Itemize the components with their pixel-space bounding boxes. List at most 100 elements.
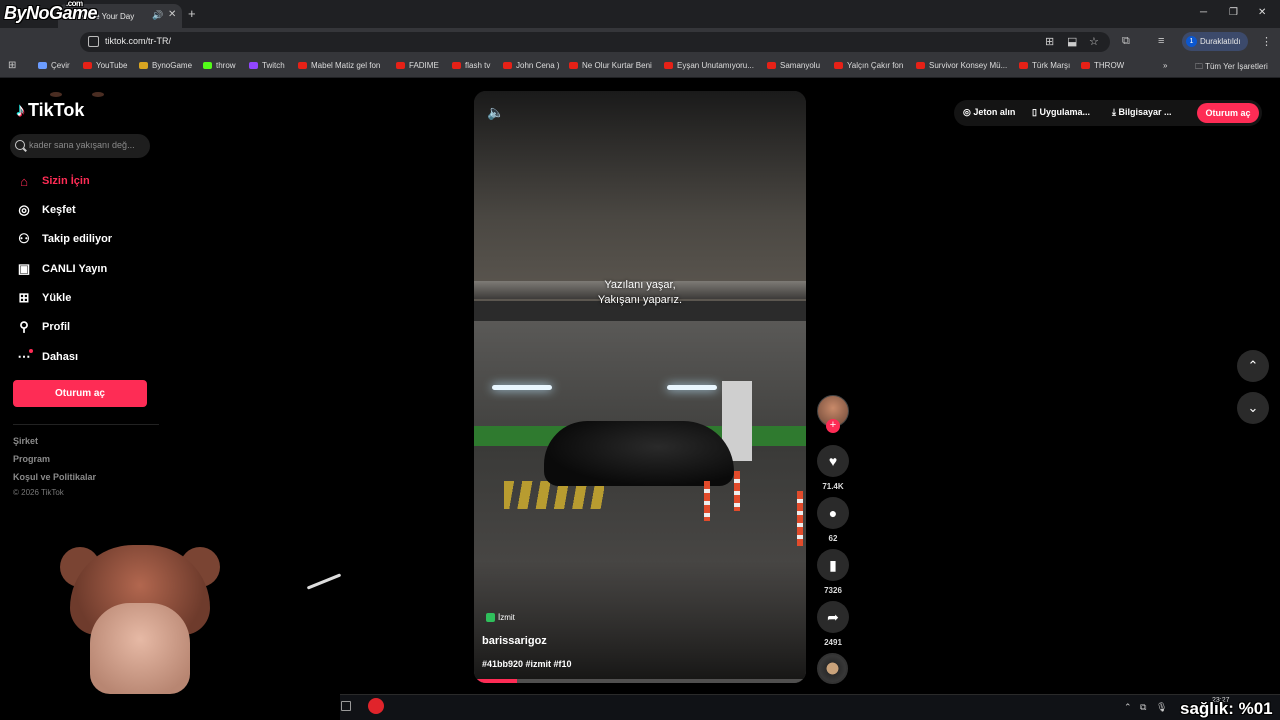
bookmark-item[interactable]: BynoGame [139, 61, 192, 70]
minimize-icon[interactable]: ─ [1200, 7, 1207, 18]
chevron-down-icon: ⌄ [1247, 400, 1259, 415]
install-app-icon[interactable]: ⬓ [1067, 35, 1077, 48]
search-icon[interactable] [15, 140, 25, 150]
youtube-icon [664, 62, 673, 69]
location-tag[interactable]: İzmit [486, 613, 515, 622]
like-count: 71.4K [822, 482, 844, 491]
location-pin-icon [486, 613, 495, 622]
sidebar-item-more[interactable]: ⋯ Dahası [16, 349, 79, 365]
site-info-icon[interactable] [88, 36, 99, 47]
next-video-button[interactable]: ⌄ [1237, 392, 1269, 424]
save-count: 7326 [824, 586, 842, 595]
bookmark-item[interactable]: John Cena ) [503, 61, 560, 70]
follow-plus-icon[interactable]: + [826, 419, 840, 433]
search-input[interactable]: kader sana yakışanı değ... [29, 140, 147, 150]
tray-app-icon[interactable]: ⧉ [1140, 702, 1146, 713]
webcam-eye [92, 92, 104, 97]
youtube-icon [298, 62, 307, 69]
microphone-icon[interactable]: 🎙 [1156, 702, 1167, 713]
bookmark-item[interactable]: Çevir [38, 61, 70, 70]
video-author[interactable]: barissarigoz [482, 635, 547, 647]
like-button[interactable]: ♥ [817, 445, 849, 477]
new-tab-button[interactable]: + [188, 6, 196, 21]
sidebar-login-button[interactable]: Oturum aç [13, 380, 147, 407]
previous-video-button[interactable]: ⌃ [1237, 350, 1269, 382]
restore-icon[interactable]: ❐ [1229, 7, 1238, 18]
speaker-icon[interactable]: 🔊 [152, 10, 163, 21]
video-hashtags[interactable]: #41bb920 #izmit #f10 [482, 659, 572, 669]
video-caption: Yazılanı yaşar, Yakışanı yaparız. [597, 279, 683, 306]
profile-avatar: 1 [1186, 36, 1197, 47]
footer-link-program[interactable]: Program [13, 454, 50, 464]
desktop-app-button[interactable]: ⤓ Bilgisayar ... [1112, 107, 1172, 118]
close-icon[interactable]: ✕ [168, 9, 176, 20]
sidebar-item-following[interactable]: ⚇ Takip ediliyor [16, 231, 112, 247]
sidebar-item-profile[interactable]: ⚲ Profil [16, 319, 70, 335]
webcam-face [90, 603, 190, 694]
speaker-icon[interactable]: 🔈 [487, 104, 504, 121]
tiktok-logo[interactable]: ♪ TikTok [16, 100, 84, 121]
bookmark-item[interactable]: Yalçın Çakır fon [834, 61, 903, 70]
bookmark-item[interactable]: Mabel Matiz gel fon [298, 61, 380, 70]
video-ceiling-light [667, 385, 717, 390]
extensions-icon[interactable]: ⧉ [1122, 35, 1130, 48]
youtube-icon [396, 62, 405, 69]
video-ceiling-light [492, 385, 552, 390]
bookmark-item[interactable]: Türk Marşı [1019, 61, 1070, 70]
tab-search-icon[interactable]: ≡ [1158, 35, 1164, 47]
translate-icon [38, 62, 47, 69]
chevron-up-icon: ⌃ [1247, 358, 1259, 373]
bookmark-item[interactable]: Twitch [249, 61, 285, 70]
all-bookmarks-folder[interactable]: 🗀 Tüm Yer İşaretleri [1195, 61, 1268, 75]
video-traffic-cone [734, 471, 740, 511]
url-text[interactable]: tiktok.com/tr-TR/ [105, 36, 171, 46]
taskbar-app-icon[interactable] [341, 701, 351, 711]
upload-icon: ⊞ [18, 290, 30, 305]
share-button[interactable]: ➦ [817, 601, 849, 633]
copyright: © 2026 TikTok [13, 488, 64, 497]
sidebar-item-upload[interactable]: ⊞ Yükle [16, 290, 72, 306]
video-progress-bar[interactable] [474, 679, 806, 683]
folder-icon: 🗀 [1195, 62, 1206, 71]
address-bar[interactable] [80, 32, 1110, 52]
sidebar-item-for-you[interactable]: ⌂ Sizin İçin [16, 173, 90, 189]
apps-grid-icon[interactable]: ⊞ [8, 60, 16, 71]
bookmark-item[interactable]: Eyşan Unutamıyoru... [664, 61, 754, 70]
footer-link-company[interactable]: Şirket [13, 436, 38, 446]
bookmark-item[interactable]: throw [203, 61, 236, 70]
window-close-icon[interactable]: ✕ [1258, 7, 1266, 18]
bookmark-item[interactable]: YouTube [83, 61, 127, 70]
save-button[interactable]: ▮ [817, 549, 849, 581]
tiktok-note-icon: ♪ [16, 100, 25, 120]
notification-dot [29, 349, 33, 353]
video-player[interactable]: 🔈 Yazılanı yaşar, Yakışanı yaparız. İzmit… [474, 91, 806, 683]
coin-icon: ◎ [963, 107, 974, 117]
bookmark-star-icon[interactable]: ☆ [1089, 35, 1099, 48]
bookmark-item[interactable]: Ne Olur Kurtar Beni [569, 61, 652, 70]
music-disc[interactable] [817, 653, 848, 684]
translate-icon[interactable]: ⊞ [1045, 35, 1054, 48]
top-login-button[interactable]: Oturum aç [1197, 103, 1259, 123]
youtube-icon [1019, 62, 1028, 69]
sidebar-item-live[interactable]: ▣ CANLI Yayın [16, 261, 107, 277]
bookmark-item[interactable]: Samanyolu [767, 61, 820, 70]
menu-kebab-icon[interactable]: ⋮ [1261, 35, 1272, 48]
bookmarks-overflow-button[interactable]: » [1163, 61, 1167, 70]
tray-chevron-icon[interactable]: ⌃ [1124, 702, 1132, 713]
bookmark-item[interactable]: Survivor Konsey Mü... [916, 61, 1007, 70]
video-traffic-cone [704, 481, 710, 521]
footer-link-terms[interactable]: Koşul ve Politikalar [13, 472, 96, 482]
youtube-icon [834, 62, 843, 69]
bookmark-item[interactable]: THROW [1081, 61, 1124, 70]
sidebar-item-explore[interactable]: ◎ Keşfet [16, 202, 75, 218]
kick-icon [203, 62, 212, 69]
bookmark-item[interactable]: FADIME [396, 61, 439, 70]
taskbar-app-icon[interactable] [368, 698, 384, 714]
video-car [544, 421, 734, 486]
bookmark-item[interactable]: flash tv [452, 61, 490, 70]
stream-overlay-logo: ByNoGame .com [4, 0, 98, 23]
youtube-icon [503, 62, 512, 69]
get-coins-button[interactable]: ◎ Jeton alın [963, 107, 1015, 118]
get-app-button[interactable]: ▯ Uygulama... [1032, 107, 1090, 118]
comment-button[interactable]: ● [817, 497, 849, 529]
